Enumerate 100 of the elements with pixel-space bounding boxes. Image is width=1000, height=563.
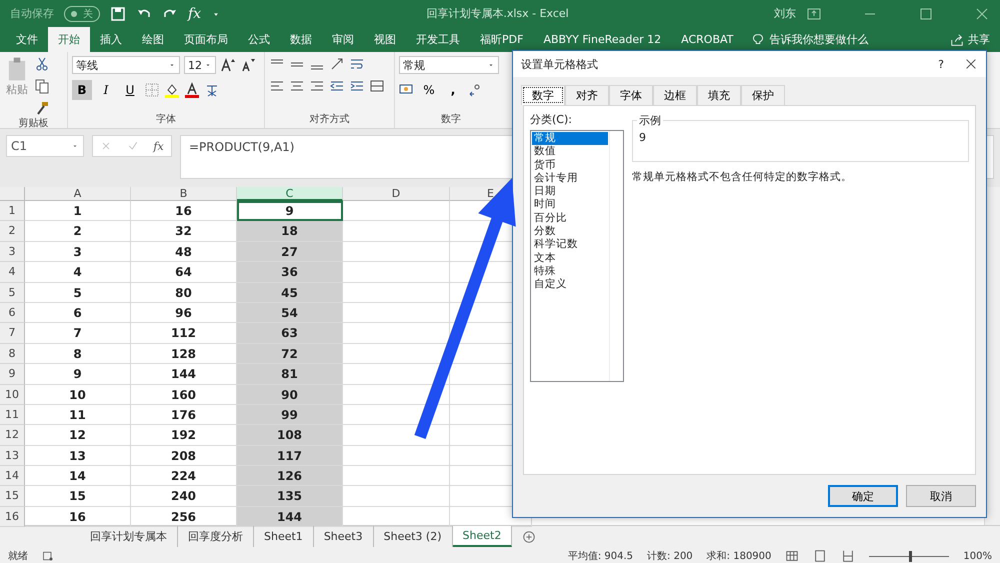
row-header[interactable]: 9 [0, 364, 25, 385]
close-icon[interactable] [964, 57, 978, 71]
copy-icon[interactable] [34, 78, 50, 94]
save-icon[interactable] [110, 6, 126, 22]
number-format-field[interactable]: 常规 [399, 56, 499, 74]
share-icon[interactable] [950, 32, 964, 46]
percent-button[interactable]: % [419, 80, 439, 100]
column-header[interactable]: B [131, 187, 237, 201]
ribbon-tab[interactable]: 数据 [280, 27, 322, 52]
ribbon-tab[interactable]: 福昕PDF [470, 27, 534, 52]
row-header[interactable]: 13 [0, 446, 25, 466]
dialog-tab[interactable]: 数字 [521, 85, 565, 105]
font-name-field[interactable]: 等线 [72, 56, 180, 74]
group-label: 对齐方式 [308, 112, 350, 127]
row-header[interactable]: 10 [0, 384, 25, 405]
table-cell: 108 [237, 425, 343, 446]
ribbon-tab[interactable]: 开始 [48, 27, 90, 52]
fill-color-icon[interactable] [164, 82, 180, 98]
table-cell: 135 [237, 486, 343, 507]
row-header[interactable]: 15 [0, 486, 25, 507]
category-item[interactable]: 特殊 [532, 264, 608, 278]
italic-button[interactable]: I [96, 80, 116, 100]
maximize-icon[interactable] [918, 6, 934, 22]
table-cell: 99 [237, 404, 343, 426]
category-item[interactable]: 数值 [532, 145, 608, 159]
lightbulb-icon[interactable] [751, 32, 766, 46]
orientation-icon[interactable] [329, 56, 345, 72]
ribbon-tab[interactable]: ACROBAT [671, 27, 744, 52]
row-header[interactable]: 1 [0, 201, 25, 222]
category-item[interactable]: 货币 [532, 158, 608, 172]
column-header[interactable]: C [237, 187, 343, 201]
page-layout-icon[interactable] [813, 549, 828, 563]
category-item[interactable]: 常规 [532, 132, 608, 146]
table-cell: 3 [25, 242, 131, 262]
row-header[interactable]: 11 [0, 404, 25, 426]
name-box[interactable]: C1 [6, 135, 84, 157]
shrink-font-icon[interactable] [240, 57, 256, 73]
row-header[interactable]: 8 [0, 344, 25, 364]
category-item[interactable]: 自定义 [532, 278, 608, 292]
table-cell: 72 [237, 344, 343, 364]
zoom-level[interactable]: 100% [963, 550, 992, 562]
cut-icon[interactable] [34, 56, 50, 72]
category-item[interactable]: 时间 [532, 198, 608, 212]
row-header[interactable]: 7 [0, 323, 25, 344]
comma-button[interactable]: , [443, 80, 463, 100]
category-item[interactable]: 科学记数 [532, 238, 608, 252]
row-header[interactable]: 12 [0, 425, 25, 446]
zoom-thumb[interactable] [909, 550, 912, 562]
row-header[interactable]: 2 [0, 221, 25, 242]
ribbon-tab[interactable]: 视图 [364, 27, 406, 52]
ribbon-tab[interactable]: 插入 [90, 27, 132, 52]
category-list[interactable]: 常规 数值 货币 会计专用 日期 时间 百分比 分数 科学记数 文本 特殊 自定义 [530, 130, 624, 382]
bold-button[interactable]: B [72, 80, 92, 100]
dialog-tab[interactable]: 保护 [741, 85, 785, 105]
category-item[interactable]: 日期 [532, 185, 608, 198]
column-header[interactable]: A [25, 187, 131, 201]
row-header[interactable]: 4 [0, 262, 25, 283]
table-cell: 27 [237, 242, 343, 262]
column-header[interactable]: D [343, 187, 450, 201]
table-cell: 45 [237, 282, 343, 303]
insert-function-button[interactable]: fx [188, 6, 202, 22]
dialog-tab[interactable]: 边框 [653, 85, 697, 105]
merge-cells-icon[interactable] [369, 78, 385, 94]
grow-font-icon[interactable] [220, 57, 236, 73]
ribbon-tab[interactable]: 页面布局 [174, 27, 238, 52]
ribbon-tab[interactable]: 审阅 [322, 27, 364, 52]
help-button[interactable]: ? [938, 58, 944, 70]
category-item[interactable]: 分数 [532, 225, 608, 238]
category-item[interactable]: 会计专用 [532, 172, 608, 186]
row-header[interactable]: 16 [0, 506, 25, 528]
underline-button[interactable]: U [120, 80, 140, 100]
font-size-field[interactable]: 12 [184, 56, 216, 74]
normal-view-icon[interactable] [785, 549, 800, 563]
dialog-tab[interactable]: 对齐 [565, 85, 609, 105]
ribbon-tab[interactable]: 绘图 [132, 27, 174, 52]
insert-function-button[interactable]: fx [153, 140, 164, 152]
category-item[interactable]: 文本 [532, 252, 608, 265]
ribbon-tab[interactable]: ABBYY FineReader 12 [533, 27, 672, 52]
font-color-icon[interactable] [184, 82, 200, 98]
table-cell: 90 [237, 384, 343, 405]
sheet-tab[interactable]: Sheet2 [452, 526, 512, 547]
ribbon-tab[interactable]: 开发工具 [406, 27, 470, 52]
row-header[interactable]: 3 [0, 242, 25, 262]
dialog-button[interactable]: 确定 [828, 485, 898, 507]
row-header[interactable]: 5 [0, 282, 25, 303]
macro-record-icon[interactable] [42, 550, 54, 562]
ribbon-display-icon[interactable] [806, 6, 822, 22]
tell-me-field[interactable]: 告诉我你想要做什么 [769, 32, 868, 47]
share-button[interactable]: 共享 [968, 32, 990, 47]
table-cell: 14 [25, 466, 131, 486]
dialog-tab[interactable]: 填充 [697, 85, 741, 105]
ribbon-tab[interactable]: 文件 [6, 27, 48, 52]
page-break-icon[interactable] [841, 549, 856, 563]
row-header[interactable]: 14 [0, 466, 25, 486]
dialog-button[interactable]: 取消 [906, 485, 976, 507]
ribbon-tab[interactable]: 公式 [238, 27, 280, 52]
add-sheet-icon[interactable] [522, 530, 536, 544]
row-header[interactable]: 6 [0, 302, 25, 324]
category-item[interactable]: 百分比 [532, 212, 608, 226]
dialog-tab[interactable]: 字体 [609, 85, 653, 105]
